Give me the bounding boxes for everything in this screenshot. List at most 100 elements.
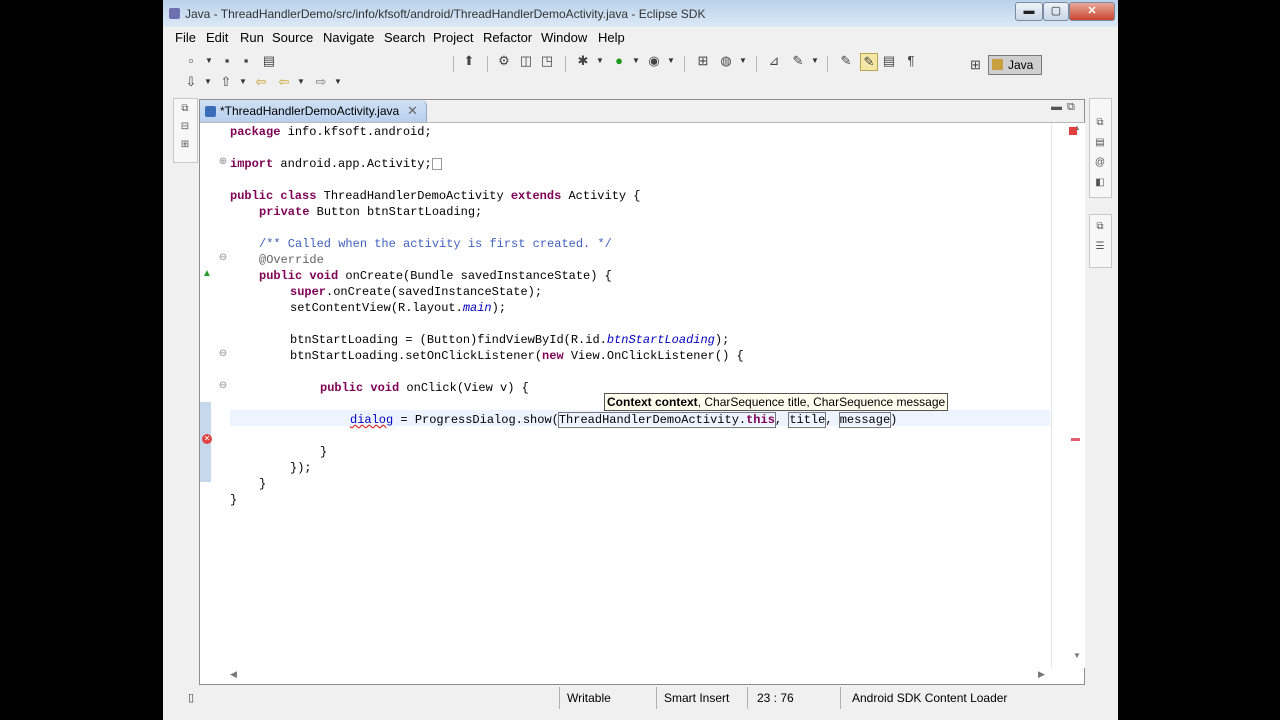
- debug-icon[interactable]: ✱: [575, 53, 591, 69]
- search-icon[interactable]: ✎: [790, 53, 806, 69]
- menu-search[interactable]: Search: [384, 30, 425, 45]
- cursor-position-status: 23 : 76: [757, 691, 794, 705]
- eclipse-window: Java - ThreadHandlerDemo/src/info/kfsoft…: [163, 0, 1118, 720]
- show-whitespace-icon[interactable]: ¶: [903, 53, 919, 69]
- toggle-mark-occurrences-icon[interactable]: ✎: [838, 53, 854, 69]
- menu-help[interactable]: Help: [598, 30, 625, 45]
- previous-annotation-dropdown-icon[interactable]: ▼: [239, 74, 247, 90]
- restore-icon[interactable]: ⧉: [179, 103, 191, 115]
- code-line: btnStartLoading = (Button)findViewById(R…: [290, 333, 730, 347]
- maximize-button[interactable]: ▢: [1043, 2, 1069, 21]
- linked-argument-title[interactable]: title: [788, 412, 827, 428]
- menu-refactor[interactable]: Refactor: [483, 30, 532, 45]
- toggle-block-selection-icon[interactable]: ✎: [860, 53, 878, 71]
- javadoc-icon[interactable]: @: [1094, 157, 1106, 169]
- toolbar-separator: [827, 56, 828, 72]
- fold-collapse-icon[interactable]: ⊖: [218, 381, 228, 391]
- status-bar: ▯ Writable Smart Insert 23 : 76 Android …: [163, 685, 1118, 711]
- new-dropdown-icon[interactable]: ▼: [205, 53, 213, 69]
- menu-source[interactable]: Source: [272, 30, 313, 45]
- back-icon[interactable]: ⇦: [276, 74, 292, 90]
- writable-status: Writable: [567, 691, 611, 705]
- error-summary-icon[interactable]: [1069, 127, 1077, 135]
- restore-icon[interactable]: ⧉: [1094, 117, 1106, 129]
- scroll-down-icon[interactable]: ▼: [1073, 651, 1081, 660]
- menu-file[interactable]: File: [175, 30, 196, 45]
- restore-icon[interactable]: ⧉: [1094, 221, 1106, 233]
- new-interface-dropdown-icon[interactable]: ▼: [739, 53, 747, 69]
- menu-window[interactable]: Window: [541, 30, 587, 45]
- error-marker-icon[interactable]: ✕: [202, 434, 212, 444]
- menu-edit[interactable]: Edit: [206, 30, 228, 45]
- minimize-editor-icon[interactable]: ▬: [1051, 101, 1062, 113]
- toolbar-separator: [453, 56, 454, 72]
- window-title: Java - ThreadHandlerDemo/src/info/kfsoft…: [185, 7, 706, 21]
- new-icon[interactable]: ▫: [183, 53, 199, 69]
- save-all-icon[interactable]: ▪: [238, 53, 254, 69]
- linked-argument-message[interactable]: message: [838, 412, 892, 428]
- scroll-left-icon[interactable]: ◀: [230, 669, 237, 680]
- override-marker-icon: ▲: [202, 268, 212, 279]
- close-button[interactable]: ✕: [1069, 2, 1115, 21]
- right-trim-group-bottom: ⧉ ☰: [1089, 214, 1112, 268]
- fold-collapse-icon[interactable]: ⊖: [218, 253, 228, 263]
- code-line: }: [259, 477, 267, 491]
- last-edit-location-icon[interactable]: ⇦: [253, 74, 269, 90]
- back-dropdown-icon[interactable]: ▼: [297, 74, 305, 90]
- progress-task-status[interactable]: Android SDK Content Loader: [852, 689, 1007, 707]
- menu-navigate[interactable]: Navigate: [323, 30, 374, 45]
- linked-argument-context[interactable]: ThreadHandlerDemoActivity.this: [557, 412, 776, 428]
- minimize-button[interactable]: ▬: [1015, 2, 1043, 21]
- fold-expand-icon[interactable]: ⊕: [218, 157, 228, 167]
- error-overview-marker[interactable]: [1071, 438, 1080, 441]
- menu-project[interactable]: Project: [433, 30, 473, 45]
- horizontal-scrollbar[interactable]: ◀ ▶: [230, 669, 1050, 682]
- declaration-icon[interactable]: ◧: [1094, 177, 1106, 189]
- toolbar-separator: [684, 56, 685, 72]
- fast-view-icon[interactable]: ▯: [183, 690, 199, 706]
- run-icon[interactable]: ●: [611, 53, 627, 69]
- right-trim-group-top: ⧉ ▤ @ ◧: [1089, 98, 1112, 198]
- forward-icon[interactable]: ⇨: [313, 74, 329, 90]
- console-icon[interactable]: ▤: [1094, 137, 1106, 149]
- parameter-hint-tooltip: Context context, CharSequence title, Cha…: [604, 393, 949, 411]
- java-perspective-button[interactable]: Java: [988, 55, 1042, 75]
- new-package-icon[interactable]: ◫: [518, 53, 534, 69]
- print-icon[interactable]: ▤: [261, 53, 277, 69]
- overview-ruler[interactable]: ▲ ▼: [1051, 123, 1085, 668]
- run-dropdown-icon[interactable]: ▼: [632, 53, 640, 69]
- toolbar-separator: [487, 56, 488, 72]
- code-line: @Override: [259, 253, 324, 267]
- external-tools-dropdown-icon[interactable]: ▼: [667, 53, 675, 69]
- scroll-right-icon[interactable]: ▶: [1038, 669, 1045, 680]
- show-source-only-icon[interactable]: ▤: [881, 53, 897, 69]
- status-separator: [747, 687, 748, 709]
- package-explorer-icon[interactable]: ⊟: [179, 121, 191, 133]
- new-class-wizard-icon[interactable]: ⊞: [695, 53, 711, 69]
- code-line: }: [320, 445, 328, 459]
- save-icon[interactable]: ▪: [219, 53, 235, 69]
- outline-icon[interactable]: ☰: [1094, 241, 1106, 253]
- search-dropdown-icon[interactable]: ▼: [811, 53, 819, 69]
- open-type-icon[interactable]: ⊿: [766, 53, 782, 69]
- open-perspective-icon[interactable]: ⊞: [970, 57, 981, 73]
- new-interface-icon[interactable]: ◍: [718, 53, 734, 69]
- next-annotation-dropdown-icon[interactable]: ▼: [204, 74, 212, 90]
- new-class-icon[interactable]: ◳: [539, 53, 555, 69]
- maximize-editor-icon[interactable]: ⧉: [1067, 101, 1075, 114]
- fold-collapse-icon[interactable]: ⊖: [218, 349, 228, 359]
- forward-dropdown-icon[interactable]: ▼: [334, 74, 342, 90]
- hierarchy-icon[interactable]: ⊞: [179, 139, 191, 151]
- next-annotation-icon[interactable]: ⇩: [183, 74, 199, 90]
- debug-dropdown-icon[interactable]: ▼: [596, 53, 604, 69]
- new-java-project-icon[interactable]: ⚙: [496, 53, 512, 69]
- menu-run[interactable]: Run: [240, 30, 264, 45]
- code-line: private Button btnStartLoading;: [259, 205, 483, 219]
- close-tab-icon[interactable]: ✕: [407, 103, 418, 119]
- external-tools-icon[interactable]: ◉: [646, 53, 662, 69]
- right-trim-stack: ⧉ ▤ @ ◧ ⧉ ☰: [1089, 98, 1112, 268]
- android-sdk-icon[interactable]: ⬆: [461, 53, 477, 69]
- code-line-current: dialog = ProgressDialog.show(ThreadHandl…: [350, 412, 898, 428]
- previous-annotation-icon[interactable]: ⇧: [218, 74, 234, 90]
- tab-threadhandlerdemoactivity[interactable]: *ThreadHandlerDemoActivity.java ✕: [200, 100, 427, 122]
